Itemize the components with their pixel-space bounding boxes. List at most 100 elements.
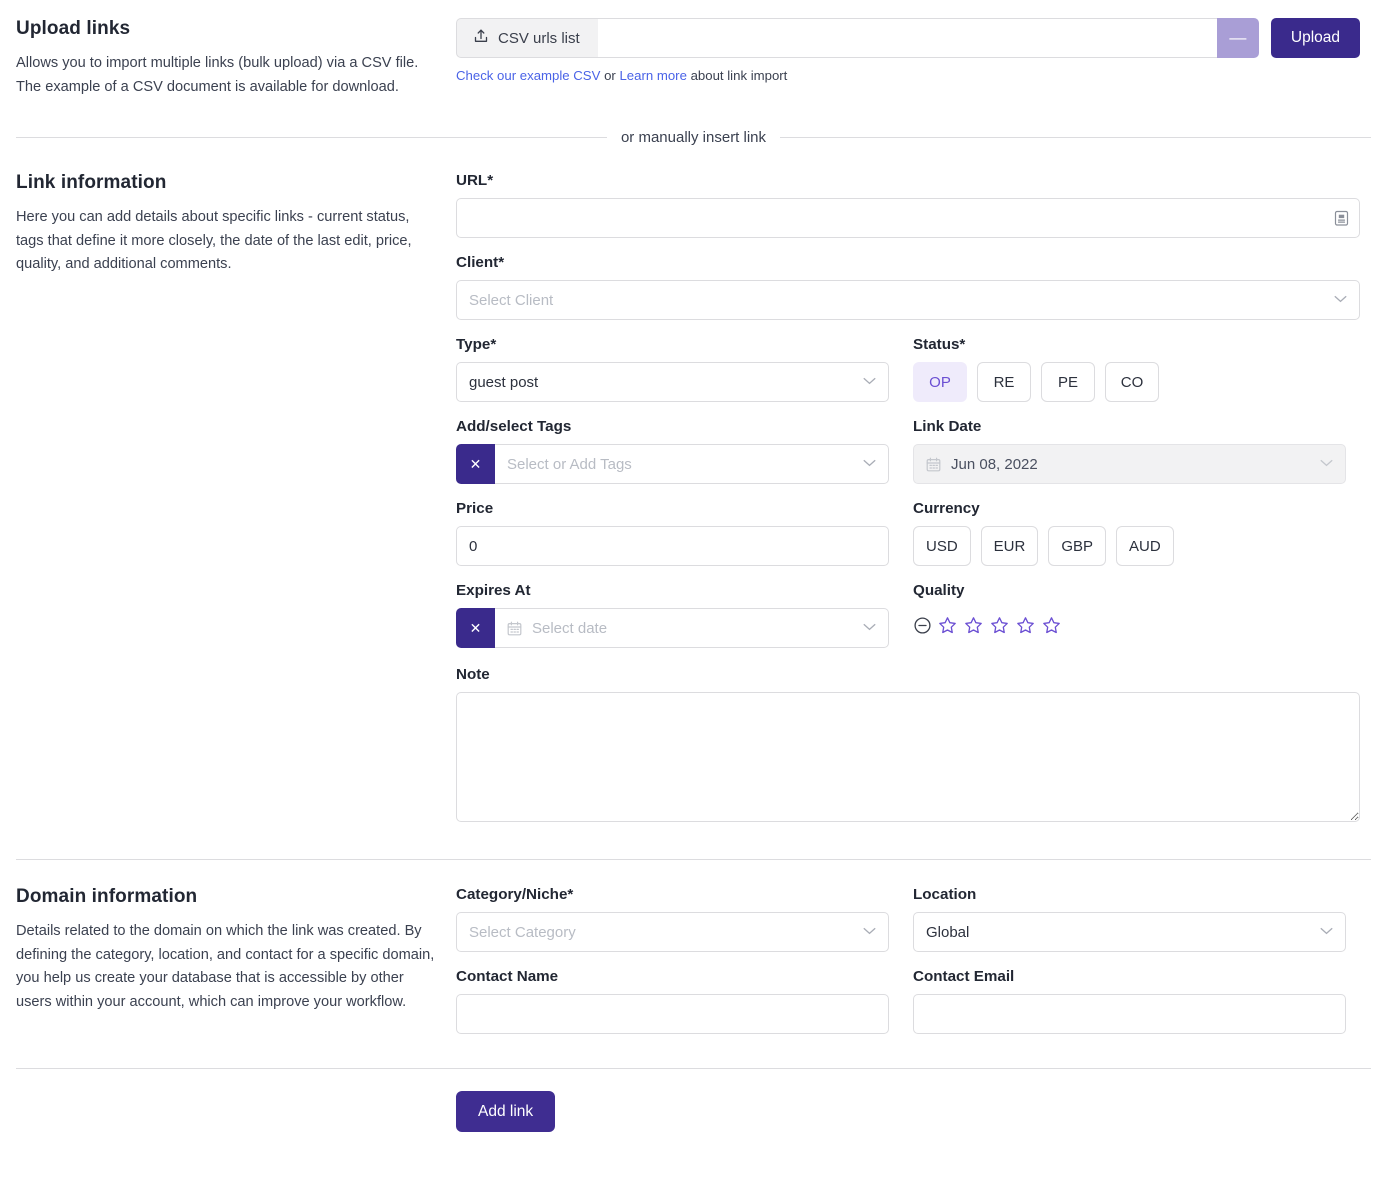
- status-option-op[interactable]: OP: [913, 362, 967, 402]
- client-select-value: Select Client: [469, 292, 553, 309]
- tags-select[interactable]: Select or Add Tags: [495, 444, 889, 484]
- expires-at-label: Expires At: [456, 582, 889, 599]
- status-option-co[interactable]: CO: [1105, 362, 1159, 402]
- expires-at-control: ✕ Select date: [456, 608, 889, 648]
- learn-more-link[interactable]: Learn more: [619, 68, 686, 83]
- status-option-re[interactable]: RE: [977, 362, 1031, 402]
- helper-between: or: [600, 68, 619, 83]
- clear-file-button[interactable]: —: [1217, 18, 1259, 58]
- minus-circle-icon[interactable]: [913, 616, 932, 635]
- clear-tags-button[interactable]: ✕: [456, 444, 495, 484]
- type-select[interactable]: guest post: [456, 362, 889, 402]
- csv-file-input[interactable]: [598, 18, 1217, 58]
- client-select[interactable]: Select Client: [456, 280, 1360, 320]
- currency-options: USD EUR GBP AUD: [913, 526, 1346, 566]
- csv-urls-list-label: CSV urls list: [498, 30, 580, 47]
- type-status-row: Type* guest post Status* OP RE PE CO: [456, 336, 1360, 418]
- chevron-down-icon: [863, 927, 876, 935]
- url-input[interactable]: [456, 198, 1360, 238]
- chevron-down-icon: [1320, 459, 1333, 467]
- currency-option-eur[interactable]: EUR: [981, 526, 1039, 566]
- link-date-field-group: Link Date Jun 08, 2022: [913, 418, 1346, 484]
- url-field-group: URL*: [456, 172, 1360, 238]
- status-options: OP RE PE CO: [913, 362, 1346, 402]
- quality-star-3[interactable]: [989, 615, 1010, 636]
- link-information-text-column: Link information Here you can add detail…: [0, 172, 456, 277]
- location-select[interactable]: Global: [913, 912, 1346, 952]
- manual-insert-divider-label: or manually insert link: [621, 129, 766, 146]
- status-field-group: Status* OP RE PE CO: [913, 336, 1346, 402]
- contact-email-input[interactable]: [913, 994, 1346, 1034]
- contact-row: Contact Name Contact Email: [456, 968, 1360, 1050]
- quality-label: Quality: [913, 582, 1346, 599]
- domain-information-description: Details related to the domain on which t…: [16, 920, 440, 1014]
- currency-field-group: Currency USD EUR GBP AUD: [913, 500, 1346, 566]
- currency-option-gbp[interactable]: GBP: [1048, 526, 1106, 566]
- category-select-value: Select Category: [469, 924, 576, 941]
- contact-name-label: Contact Name: [456, 968, 889, 985]
- chevron-down-icon: [863, 459, 876, 467]
- upload-links-controls-column: CSV urls list — Upload Check our example…: [456, 18, 1387, 83]
- quality-star-4[interactable]: [1015, 615, 1036, 636]
- tags-label: Add/select Tags: [456, 418, 889, 435]
- tags-date-row: Add/select Tags ✕ Select or Add Tags Lin…: [456, 418, 1360, 500]
- domain-information-text-column: Domain information Details related to th…: [0, 886, 456, 1014]
- quality-field-group: Quality: [913, 582, 1346, 648]
- quality-star-5[interactable]: [1041, 615, 1062, 636]
- upload-links-description: Allows you to import multiple links (bul…: [16, 52, 440, 99]
- contact-name-field-group: Contact Name: [456, 968, 889, 1034]
- note-field-group: Note: [456, 666, 1360, 827]
- link-date-input[interactable]: Jun 08, 2022: [913, 444, 1346, 484]
- chevron-down-icon: [1320, 927, 1333, 935]
- link-information-description: Here you can add details about specific …: [16, 206, 440, 277]
- csv-urls-list-button[interactable]: CSV urls list: [456, 18, 598, 58]
- currency-option-usd[interactable]: USD: [913, 526, 971, 566]
- currency-option-aud[interactable]: AUD: [1116, 526, 1174, 566]
- contact-email-field-group: Contact Email: [913, 968, 1346, 1034]
- client-label: Client*: [456, 254, 1360, 271]
- category-location-row: Category/Niche* Select Category Location…: [456, 886, 1360, 968]
- quality-star-2[interactable]: [963, 615, 984, 636]
- chevron-down-icon: [863, 623, 876, 631]
- note-textarea[interactable]: [456, 692, 1360, 822]
- price-input-value: 0: [469, 538, 477, 555]
- add-link-button[interactable]: Add link: [456, 1091, 555, 1132]
- csv-helper-text: Check our example CSV or Learn more abou…: [456, 68, 1360, 83]
- category-select[interactable]: Select Category: [456, 912, 889, 952]
- link-information-section: Link information Here you can add detail…: [0, 172, 1387, 843]
- domain-information-title: Domain information: [16, 886, 440, 908]
- upload-button[interactable]: Upload: [1271, 18, 1360, 58]
- tags-select-value: Select or Add Tags: [507, 456, 632, 473]
- domain-information-section: Domain information Details related to th…: [0, 886, 1387, 1050]
- price-currency-row: Price 0 Currency USD EUR GBP AUD: [456, 500, 1360, 582]
- status-option-pe[interactable]: PE: [1041, 362, 1095, 402]
- manual-insert-divider: or manually insert link: [16, 129, 1371, 146]
- expires-at-input[interactable]: Select date: [495, 608, 889, 648]
- paste-clipboard-icon[interactable]: [1334, 210, 1349, 227]
- contact-name-input[interactable]: [456, 994, 889, 1034]
- price-input[interactable]: 0: [456, 526, 889, 566]
- chevron-down-icon: [1334, 295, 1347, 303]
- domain-information-fields-column: Category/Niche* Select Category Location…: [456, 886, 1387, 1050]
- link-information-title: Link information: [16, 172, 440, 194]
- clear-expires-at-button[interactable]: ✕: [456, 608, 495, 648]
- tags-field-group: Add/select Tags ✕ Select or Add Tags: [456, 418, 889, 484]
- csv-upload-bar: CSV urls list — Upload: [456, 18, 1360, 58]
- example-csv-link[interactable]: Check our example CSV: [456, 68, 600, 83]
- link-date-label: Link Date: [913, 418, 1346, 435]
- location-select-value: Global: [926, 924, 969, 941]
- price-label: Price: [456, 500, 889, 517]
- upload-links-title: Upload links: [16, 18, 440, 40]
- expires-at-value: Select date: [532, 620, 607, 637]
- clear-file-label: —: [1229, 28, 1246, 48]
- form-footer: Add link: [0, 1091, 1387, 1132]
- footer-divider: [16, 1068, 1371, 1069]
- location-field-group: Location Global: [913, 886, 1346, 952]
- quality-star-1[interactable]: [937, 615, 958, 636]
- type-label: Type*: [456, 336, 889, 353]
- type-field-group: Type* guest post: [456, 336, 889, 402]
- calendar-icon: [507, 621, 522, 636]
- client-field-group: Client* Select Client: [456, 254, 1360, 320]
- contact-email-label: Contact Email: [913, 968, 1346, 985]
- type-select-value: guest post: [469, 374, 538, 391]
